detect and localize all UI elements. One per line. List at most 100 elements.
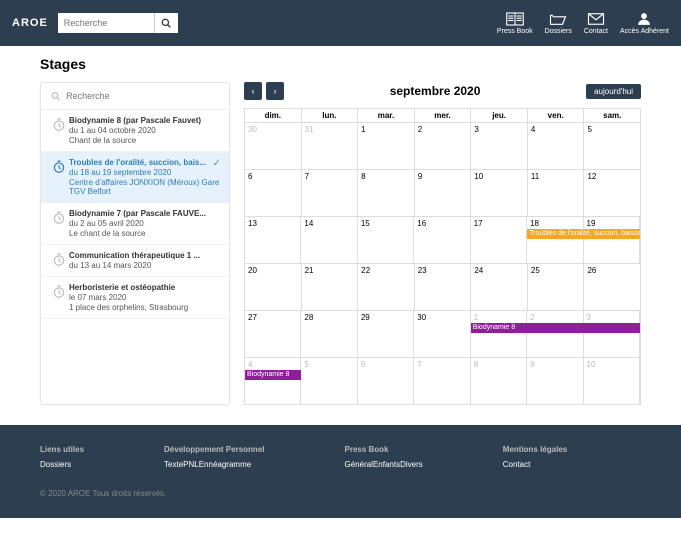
event-location: Le chant de la source xyxy=(69,229,221,238)
footer-link[interactable]: Texte xyxy=(164,460,183,469)
calendar-day[interactable]: 13 xyxy=(245,217,301,263)
search-icon xyxy=(51,91,60,101)
calendar-day[interactable]: 3 xyxy=(471,123,528,169)
search-button[interactable] xyxy=(154,13,178,33)
footer-link[interactable]: Dossiers xyxy=(40,460,71,469)
event-title: Communication thérapeutique 1 ... xyxy=(69,251,221,260)
calendar-day[interactable]: 10 xyxy=(471,170,528,216)
calendar-day[interactable]: 8 xyxy=(471,358,527,404)
calendar-day[interactable]: 29 xyxy=(358,311,414,357)
event-title: Biodynamie 8 (par Pascale Fauvet) xyxy=(69,116,221,125)
calendar-day[interactable]: 1 xyxy=(358,123,415,169)
today-button[interactable]: aujourd'hui xyxy=(586,84,641,99)
calendar-day[interactable]: 12 xyxy=(584,170,640,216)
calendar-day[interactable]: 7 xyxy=(302,170,359,216)
calendar-day[interactable]: 27 xyxy=(245,311,301,357)
event-title: Biodynamie 7 (par Pascale FAUVE... xyxy=(69,209,221,218)
calendar-day[interactable]: 30 xyxy=(414,311,470,357)
clock-icon xyxy=(49,251,69,270)
prev-month-button[interactable]: ‹ xyxy=(244,82,262,100)
calendar-event-bar[interactable]: Troubles de l'oralité, succion, baisse o… xyxy=(527,229,640,239)
day-of-week: jeu. xyxy=(471,109,528,122)
calendar-day[interactable]: 25 xyxy=(528,264,585,310)
clock-icon xyxy=(49,209,69,238)
footer-link[interactable]: Divers xyxy=(400,460,423,469)
calendar-day[interactable]: 21 xyxy=(302,264,359,310)
day-of-week: sam. xyxy=(584,109,640,122)
calendar-day[interactable]: 24 xyxy=(471,264,528,310)
search-input[interactable] xyxy=(58,13,154,33)
footer-link[interactable]: PNL xyxy=(183,460,199,469)
event-location: Centre d'affaires JONXION (Méroux) Gare … xyxy=(69,178,221,196)
nav-dossiers[interactable]: Dossiers xyxy=(545,12,572,35)
calendar-event-bar[interactable]: Biodynamie 8 xyxy=(471,323,640,333)
calendar-grid: dim.lun.mar.mer.jeu.ven.sam.303112345678… xyxy=(244,108,641,405)
event-location: Chant de la source xyxy=(69,136,221,145)
calendar-day[interactable]: 16 xyxy=(414,217,470,263)
calendar-day[interactable]: 31 xyxy=(302,123,359,169)
calendar-day[interactable]: 8 xyxy=(358,170,415,216)
footer-column: Liens utilesDossiers xyxy=(40,445,84,469)
calendar-day[interactable]: 2 xyxy=(415,123,472,169)
calendar-day[interactable]: 11 xyxy=(528,170,585,216)
calendar-day[interactable]: 1 xyxy=(471,311,527,357)
day-of-week: dim. xyxy=(245,109,302,122)
sidebar-search-input[interactable] xyxy=(66,91,219,101)
calendar-event-bar[interactable]: Biodynamie 8 xyxy=(245,370,301,380)
calendar-day[interactable]: 28 xyxy=(301,311,357,357)
nav-press-book[interactable]: Press Book xyxy=(497,12,533,35)
event-date: du 13 au 14 mars 2020 xyxy=(69,261,221,270)
calendar-day[interactable]: 20 xyxy=(245,264,302,310)
footer-link[interactable]: Enfants xyxy=(373,460,400,469)
day-of-week: ven. xyxy=(528,109,585,122)
day-of-week: lun. xyxy=(302,109,359,122)
calendar-day[interactable]: 15 xyxy=(358,217,414,263)
calendar-day[interactable]: 6 xyxy=(245,170,302,216)
search-icon xyxy=(161,18,171,28)
calendar-day[interactable]: 4 xyxy=(528,123,585,169)
calendar-day[interactable]: 26 xyxy=(584,264,640,310)
footer-col-title: Mentions légales xyxy=(503,445,567,454)
calendar: ‹ › septembre 2020 aujourd'hui dim.lun.m… xyxy=(244,82,641,405)
event-item[interactable]: Biodynamie 7 (par Pascale FAUVE...du 2 a… xyxy=(41,203,229,245)
event-item[interactable]: Herboristerie et ostéopathiele 07 mars 2… xyxy=(41,277,229,319)
calendar-day[interactable]: 7 xyxy=(414,358,470,404)
day-of-week: mar. xyxy=(358,109,415,122)
calendar-day[interactable]: 23 xyxy=(415,264,472,310)
footer-link[interactable]: Contact xyxy=(503,460,531,469)
event-item[interactable]: Troubles de l'oralité, succion, bais...d… xyxy=(41,152,229,203)
calendar-day[interactable]: 18 xyxy=(527,217,583,263)
next-month-button[interactable]: › xyxy=(266,82,284,100)
nav-accès-adhérent[interactable]: Accès Adhérent xyxy=(620,12,669,35)
calendar-day[interactable]: 22 xyxy=(358,264,415,310)
calendar-day[interactable]: 9 xyxy=(415,170,472,216)
calendar-day[interactable]: 19 xyxy=(584,217,640,263)
calendar-day[interactable]: 9 xyxy=(527,358,583,404)
footer: Liens utilesDossiers Développement Person… xyxy=(0,425,681,518)
event-date: du 18 au 19 septembre 2020 xyxy=(69,168,221,177)
footer-column: Mentions légales Contact xyxy=(503,445,567,469)
calendar-day[interactable]: 14 xyxy=(301,217,357,263)
event-date: du 2 au 05 avril 2020 xyxy=(69,219,221,228)
footer-link[interactable]: Général xyxy=(345,460,373,469)
event-item[interactable]: Biodynamie 8 (par Pascale Fauvet)du 1 au… xyxy=(41,110,229,152)
calendar-day[interactable]: 4 xyxy=(245,358,301,404)
calendar-day[interactable]: 3 xyxy=(584,311,640,357)
event-list: Biodynamie 8 (par Pascale Fauvet)du 1 au… xyxy=(41,110,229,319)
header: AROE Press BookDossiersContactAccès Adhé… xyxy=(0,0,681,46)
calendar-day[interactable]: 10 xyxy=(584,358,640,404)
header-nav: Press Book Dossiers Contact Accès Adhérent xyxy=(497,12,669,35)
footer-column: Développement PersonnelTextePNLEnnéagram… xyxy=(164,445,264,469)
calendar-day[interactable]: 5 xyxy=(584,123,640,169)
footer-link[interactable]: Ennéagramme xyxy=(199,460,251,469)
calendar-day[interactable]: 17 xyxy=(471,217,527,263)
event-date: du 1 au 04 octobre 2020 xyxy=(69,126,221,135)
clock-icon xyxy=(49,116,69,145)
footer-col-title: Press Book xyxy=(345,445,423,454)
calendar-day[interactable]: 6 xyxy=(358,358,414,404)
nav-contact[interactable]: Contact xyxy=(584,12,608,35)
calendar-day[interactable]: 5 xyxy=(301,358,357,404)
calendar-day[interactable]: 30 xyxy=(245,123,302,169)
event-item[interactable]: Communication thérapeutique 1 ...du 13 a… xyxy=(41,245,229,277)
calendar-day[interactable]: 2 xyxy=(527,311,583,357)
